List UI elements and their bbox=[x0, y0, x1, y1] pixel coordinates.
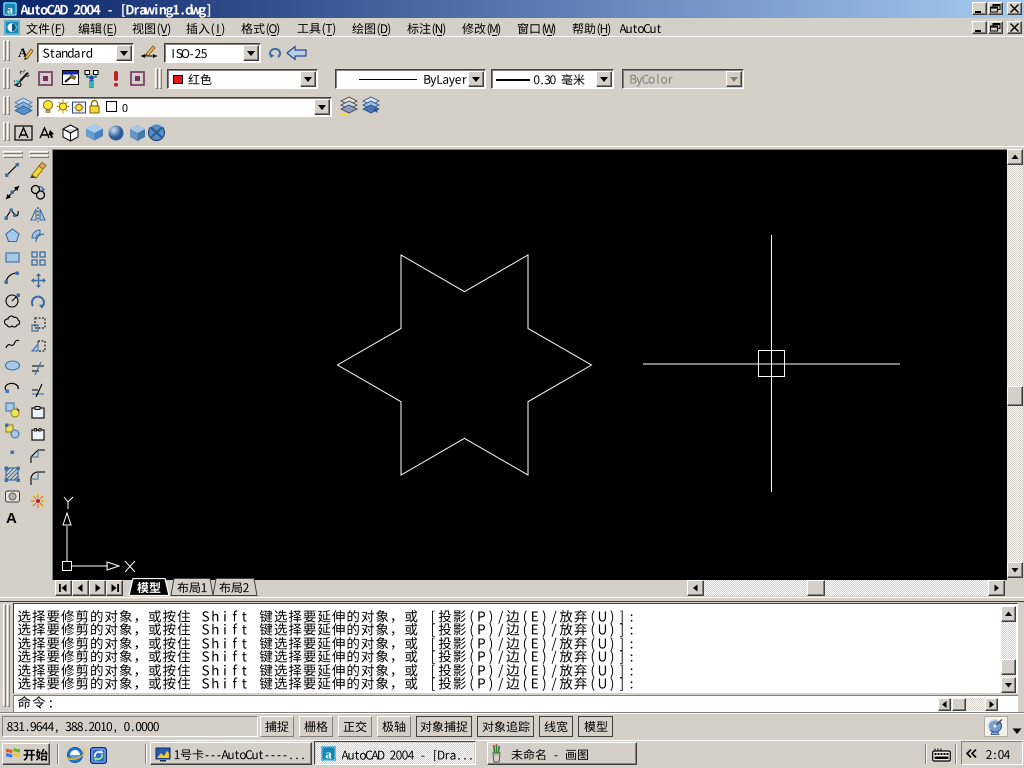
svg-text:a: a bbox=[7, 3, 13, 17]
svg-text:A: A bbox=[6, 510, 17, 526]
svg-text:a: a bbox=[325, 746, 332, 761]
